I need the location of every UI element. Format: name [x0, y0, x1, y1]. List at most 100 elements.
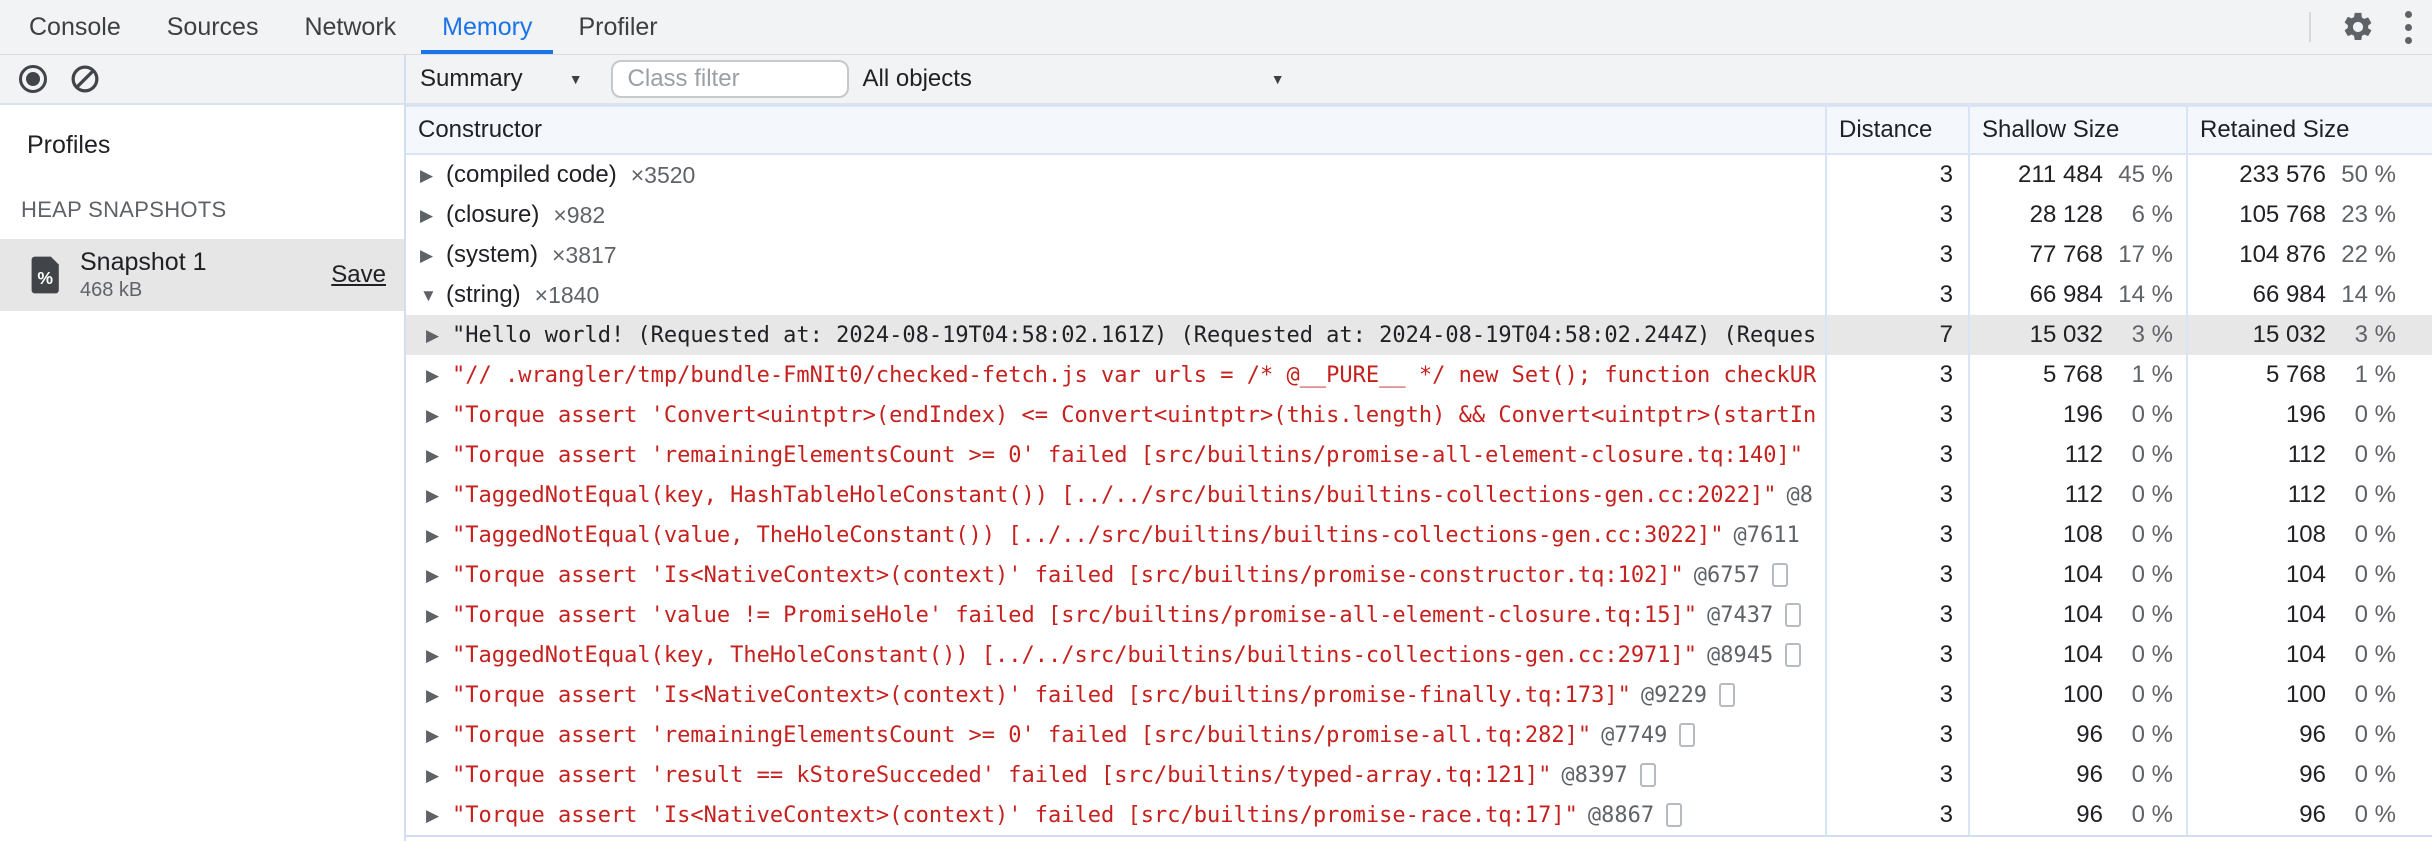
cell-retained: 100 0 % — [2186, 675, 2432, 715]
size-value: 100 — [2285, 681, 2326, 708]
string-value: "Torque assert 'Is<NativeContext>(contex… — [452, 682, 1631, 708]
perspective-select[interactable]: Summary ▼ — [420, 65, 583, 93]
settings-button[interactable] — [2341, 10, 2375, 44]
table-row[interactable]: ▶ "TaggedNotEqual(key, TheHoleConstant())… — [406, 635, 2432, 675]
sidebar-item-snapshot-1[interactable]: % Snapshot 1 468 kB Save — [0, 239, 404, 311]
twisty-collapsed-icon[interactable]: ▶ — [426, 807, 452, 824]
missing-glyph-box-icon — [1772, 563, 1789, 587]
cell-shallow: 77 768 17 % — [1968, 235, 2186, 275]
table-row[interactable]: ▶ (closure) ×982 3 28 128 6 % 105 768 23 % — [406, 195, 2432, 235]
table-row[interactable]: ▶ "TaggedNotEqual(value, TheHoleConstant(… — [406, 515, 2432, 555]
cell-shallow: 66 984 14 % — [1968, 275, 2186, 315]
class-filter-input[interactable] — [610, 60, 849, 98]
table-row[interactable]: ▶ "Hello world! (Requested at: 2024-08-19… — [406, 315, 2432, 355]
table-row[interactable]: ▶ "Torque assert 'Convert<uintptr>(endInd… — [406, 395, 2432, 435]
cell-retained: 96 0 % — [2186, 715, 2432, 755]
more-menu-button[interactable] — [2405, 10, 2412, 44]
size-value: 77 768 — [2029, 241, 2103, 268]
cell-shallow: 5 768 1 % — [1968, 355, 2186, 395]
table-row[interactable]: ▶ "Torque assert 'remainingElementsCount … — [406, 435, 2432, 475]
cell-shallow: 15 032 3 % — [1968, 315, 2186, 355]
tab-network[interactable]: Network — [281, 0, 419, 54]
size-percent: 0 % — [2354, 761, 2396, 788]
twisty-collapsed-icon[interactable]: ▶ — [420, 167, 446, 184]
twisty-collapsed-icon[interactable]: ▶ — [426, 687, 452, 704]
twisty-collapsed-icon[interactable]: ▶ — [420, 207, 446, 224]
column-header-retained-size[interactable]: Retained Size — [2186, 107, 2432, 153]
size-percent: 0 % — [2354, 801, 2396, 828]
cell-constructor: ▶ "// .wrangler/tmp/bundle-FmNIt0/checked… — [406, 355, 1825, 395]
column-header-constructor[interactable]: Constructor — [406, 107, 1825, 153]
cell-distance: 3 — [1825, 155, 1968, 195]
constructor-name: (string) — [446, 281, 521, 308]
chevron-down-icon: ▼ — [1270, 71, 1285, 87]
twisty-collapsed-icon[interactable]: ▶ — [426, 567, 452, 584]
table-row[interactable]: ▶ "Torque assert 'result == kStoreSuccede… — [406, 755, 2432, 795]
twisty-collapsed-icon[interactable]: ▶ — [426, 527, 452, 544]
twisty-collapsed-icon[interactable]: ▶ — [426, 487, 452, 504]
table-row[interactable]: ▶ "Torque assert 'remainingElementsCount … — [406, 715, 2432, 755]
table-row[interactable]: ▶ "TaggedNotEqual(key, HashTableHoleConst… — [406, 475, 2432, 515]
size-value: 196 — [2285, 401, 2326, 428]
cell-constructor: ▼ (string) ×1840 — [406, 275, 1825, 315]
twisty-expanded-icon[interactable]: ▼ — [420, 287, 446, 304]
size-percent: 17 % — [2118, 241, 2173, 268]
missing-glyph-box-icon — [1719, 683, 1736, 707]
twisty-collapsed-icon[interactable]: ▶ — [426, 367, 452, 384]
column-header-shallow-size[interactable]: Shallow Size — [1968, 107, 2186, 153]
size-value: 104 — [2062, 601, 2103, 628]
object-id: @8945 — [1707, 642, 1774, 668]
record-heap-button[interactable] — [19, 65, 47, 93]
cell-distance: 3 — [1825, 435, 1968, 475]
heap-snapshot-icon: % — [30, 255, 62, 295]
table-row[interactable]: ▶ "Torque assert 'value != PromiseHole' f… — [406, 595, 2432, 635]
constructor-name: (compiled code) — [446, 161, 617, 188]
tab-console[interactable]: Console — [6, 0, 144, 54]
size-value: 3 — [1939, 161, 1953, 188]
twisty-collapsed-icon[interactable]: ▶ — [426, 407, 452, 424]
summary-toolbar: Summary ▼ All objects ▼ — [406, 55, 2432, 105]
cell-constructor: ▶ (closure) ×982 — [406, 195, 1825, 235]
profiles-title: Profiles — [27, 131, 111, 159]
objects-scope-select[interactable]: All objects ▼ — [863, 65, 1285, 93]
column-header-distance[interactable]: Distance — [1825, 107, 1968, 153]
panel-content: Profiles HEAP SNAPSHOTS % Snapshot 1 468… — [0, 55, 2432, 841]
clear-profiles-button[interactable] — [71, 65, 99, 93]
size-value: 3 — [1939, 681, 1953, 708]
twisty-collapsed-icon[interactable]: ▶ — [426, 327, 452, 344]
twisty-collapsed-icon[interactable]: ▶ — [426, 607, 452, 624]
size-value: 3 — [1939, 601, 1953, 628]
tab-profiler[interactable]: Profiler — [555, 0, 680, 54]
snapshot-title: Snapshot 1 — [80, 247, 207, 276]
cell-distance: 3 — [1825, 595, 1968, 635]
save-snapshot-link[interactable]: Save — [331, 261, 386, 289]
tab-memory[interactable]: Memory — [419, 0, 555, 54]
twisty-collapsed-icon[interactable]: ▶ — [426, 447, 452, 464]
string-value: "Torque assert 'remainingElementsCount >… — [452, 442, 1804, 468]
twisty-collapsed-icon[interactable]: ▶ — [426, 767, 452, 784]
cell-constructor: ▶ "TaggedNotEqual(key, HashTableHoleConst… — [406, 475, 1825, 515]
missing-glyph-box-icon — [1785, 643, 1802, 667]
size-percent: 1 % — [2354, 361, 2396, 388]
table-row[interactable]: ▶ "Torque assert 'Is<NativeContext>(conte… — [406, 795, 2432, 835]
table-row[interactable]: ▶ "// .wrangler/tmp/bundle-FmNIt0/checked… — [406, 355, 2432, 395]
size-value: 3 — [1939, 441, 1953, 468]
cell-distance: 3 — [1825, 515, 1968, 555]
cell-constructor: ▶ "Torque assert 'value != PromiseHole' f… — [406, 595, 1825, 635]
size-percent: 0 % — [2354, 481, 2396, 508]
constructor-name: (system) — [446, 241, 538, 268]
table-row[interactable]: ▶ "Torque assert 'Is<NativeContext>(conte… — [406, 675, 2432, 715]
tab-sources[interactable]: Sources — [144, 0, 282, 54]
twisty-collapsed-icon[interactable]: ▶ — [426, 647, 452, 664]
table-row[interactable]: ▼ (string) ×1840 3 66 984 14 % 66 984 14 % — [406, 275, 2432, 315]
twisty-collapsed-icon[interactable]: ▶ — [420, 247, 446, 264]
table-row[interactable]: ▶ "Torque assert 'Is<NativeContext>(conte… — [406, 555, 2432, 595]
size-value: 5 768 — [2042, 361, 2103, 388]
table-row[interactable]: ▶ (compiled code) ×3520 3 211 484 45 % 233 576… — [406, 155, 2432, 195]
cell-retained: 96 0 % — [2186, 755, 2432, 795]
size-percent: 0 % — [2131, 721, 2173, 748]
cell-retained: 104 0 % — [2186, 595, 2432, 635]
string-value: "TaggedNotEqual(value, TheHoleConstant()… — [452, 522, 1724, 548]
table-row[interactable]: ▶ (system) ×3817 3 77 768 17 % 104 876 22 % — [406, 235, 2432, 275]
twisty-collapsed-icon[interactable]: ▶ — [426, 727, 452, 744]
